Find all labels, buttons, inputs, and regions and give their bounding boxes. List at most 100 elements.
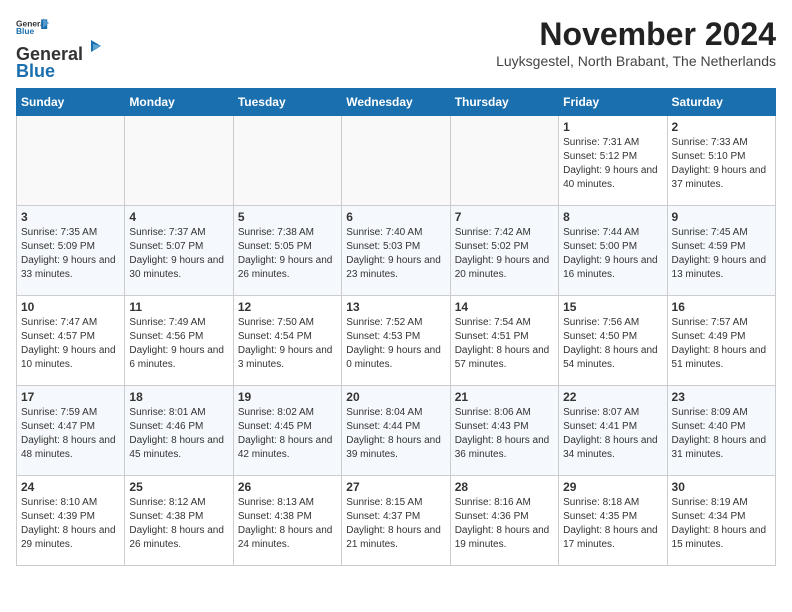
day-info-line: Sunrise: 7:50 AM: [238, 317, 314, 328]
day-info-line: Sunset: 4:54 PM: [238, 331, 312, 342]
day-number: 29: [563, 480, 662, 494]
day-info-line: Sunrise: 7:42 AM: [455, 227, 531, 238]
day-number: 19: [238, 390, 337, 404]
day-info: Sunrise: 7:52 AMSunset: 4:53 PMDaylight:…: [346, 316, 445, 372]
day-number: 5: [238, 210, 337, 224]
day-info-line: Sunset: 5:02 PM: [455, 241, 529, 252]
day-number: 16: [672, 300, 771, 314]
day-info-line: Daylight: 8 hours and 39 minutes.: [346, 435, 441, 460]
day-info: Sunrise: 7:49 AMSunset: 4:56 PMDaylight:…: [129, 316, 228, 372]
calendar-cell: 10Sunrise: 7:47 AMSunset: 4:57 PMDayligh…: [17, 296, 125, 386]
calendar-cell: [125, 116, 233, 206]
day-info-line: Sunset: 5:03 PM: [346, 241, 420, 252]
day-info-line: Sunset: 4:34 PM: [672, 511, 746, 522]
day-info-line: Sunrise: 7:56 AM: [563, 317, 639, 328]
day-info-line: Sunrise: 8:13 AM: [238, 497, 314, 508]
calendar-cell: 19Sunrise: 8:02 AMSunset: 4:45 PMDayligh…: [233, 386, 341, 476]
day-info-line: Sunset: 5:07 PM: [129, 241, 203, 252]
day-number: 11: [129, 300, 228, 314]
day-info-line: Sunrise: 8:15 AM: [346, 497, 422, 508]
calendar-cell: 8Sunrise: 7:44 AMSunset: 5:00 PMDaylight…: [559, 206, 667, 296]
day-info-line: Daylight: 8 hours and 17 minutes.: [563, 525, 658, 550]
calendar-cell: 1Sunrise: 7:31 AMSunset: 5:12 PMDaylight…: [559, 116, 667, 206]
day-info: Sunrise: 8:07 AMSunset: 4:41 PMDaylight:…: [563, 406, 662, 462]
day-number: 17: [21, 390, 120, 404]
day-info-line: Sunset: 4:50 PM: [563, 331, 637, 342]
day-info-line: Daylight: 8 hours and 45 minutes.: [129, 435, 224, 460]
day-info-line: Sunrise: 7:33 AM: [672, 137, 748, 148]
day-info: Sunrise: 8:10 AMSunset: 4:39 PMDaylight:…: [21, 496, 120, 552]
day-info-line: Daylight: 8 hours and 31 minutes.: [672, 435, 767, 460]
logo: General Blue General Blue: [16, 16, 105, 82]
week-row-4: 17Sunrise: 7:59 AMSunset: 4:47 PMDayligh…: [17, 386, 776, 476]
calendar-cell: [17, 116, 125, 206]
month-title: November 2024: [496, 16, 776, 53]
day-info-line: Sunset: 4:49 PM: [672, 331, 746, 342]
day-info: Sunrise: 7:54 AMSunset: 4:51 PMDaylight:…: [455, 316, 554, 372]
day-info: Sunrise: 7:37 AMSunset: 5:07 PMDaylight:…: [129, 226, 228, 282]
day-info: Sunrise: 7:38 AMSunset: 5:05 PMDaylight:…: [238, 226, 337, 282]
week-row-3: 10Sunrise: 7:47 AMSunset: 4:57 PMDayligh…: [17, 296, 776, 386]
day-info: Sunrise: 8:12 AMSunset: 4:38 PMDaylight:…: [129, 496, 228, 552]
calendar-cell: 17Sunrise: 7:59 AMSunset: 4:47 PMDayligh…: [17, 386, 125, 476]
day-info-line: Sunrise: 8:18 AM: [563, 497, 639, 508]
col-header-saturday: Saturday: [667, 89, 775, 116]
day-info-line: Sunset: 5:10 PM: [672, 151, 746, 162]
day-info-line: Sunset: 4:51 PM: [455, 331, 529, 342]
calendar-cell: 9Sunrise: 7:45 AMSunset: 4:59 PMDaylight…: [667, 206, 775, 296]
col-header-wednesday: Wednesday: [342, 89, 450, 116]
header: General Blue General Blue November 2024 …: [16, 16, 776, 82]
day-info-line: Daylight: 8 hours and 21 minutes.: [346, 525, 441, 550]
day-info-line: Sunset: 5:05 PM: [238, 241, 312, 252]
day-number: 18: [129, 390, 228, 404]
day-info-line: Daylight: 8 hours and 19 minutes.: [455, 525, 550, 550]
calendar-cell: 3Sunrise: 7:35 AMSunset: 5:09 PMDaylight…: [17, 206, 125, 296]
week-row-1: 1Sunrise: 7:31 AMSunset: 5:12 PMDaylight…: [17, 116, 776, 206]
day-info-line: Daylight: 8 hours and 15 minutes.: [672, 525, 767, 550]
day-info: Sunrise: 7:42 AM Sunset: 5:02 PM Daylight:…: [455, 226, 554, 282]
day-info-line: Daylight: 9 hours and 20 minutes.: [455, 255, 550, 280]
day-number: 27: [346, 480, 445, 494]
title-area: November 2024 Luyksgestel, North Brabant…: [496, 16, 776, 69]
calendar-cell: 21Sunrise: 8:06 AMSunset: 4:43 PMDayligh…: [450, 386, 558, 476]
calendar-cell: 28Sunrise: 8:16 AMSunset: 4:36 PMDayligh…: [450, 476, 558, 566]
day-info-line: Sunset: 4:45 PM: [238, 421, 312, 432]
logo-svg: General Blue: [16, 16, 52, 36]
calendar-table: SundayMondayTuesdayWednesdayThursdayFrid…: [16, 88, 776, 566]
calendar-cell: 24Sunrise: 8:10 AMSunset: 4:39 PMDayligh…: [17, 476, 125, 566]
day-info-line: Daylight: 9 hours and 30 minutes.: [129, 255, 224, 280]
day-info-line: Sunrise: 8:12 AM: [129, 497, 205, 508]
calendar-cell: 16 Sunrise: 7:57 AMSunset: 4:49 PMDayligh…: [667, 296, 775, 386]
day-info-line: Sunset: 4:37 PM: [346, 511, 420, 522]
col-header-monday: Monday: [125, 89, 233, 116]
logo-flag-icon: [83, 38, 105, 60]
day-info-line: Daylight: 8 hours and 51 minutes.: [672, 345, 767, 370]
day-info-line: Sunrise: 8:04 AM: [346, 407, 422, 418]
calendar-cell: 22 Sunrise: 8:07 AMSunset: 4:41 PMDayligh…: [559, 386, 667, 476]
logo-blue: Blue: [16, 61, 55, 82]
day-info-line: Sunrise: 8:02 AM: [238, 407, 314, 418]
day-number: 22: [563, 390, 662, 404]
day-info: Sunrise: 7:33 AM Sunset: 5:10 PM Daylight:…: [672, 136, 771, 192]
col-header-thursday: Thursday: [450, 89, 558, 116]
day-number: 23: [672, 390, 771, 404]
day-info-line: Sunrise: 7:52 AM: [346, 317, 422, 328]
day-info-line: Sunset: 4:35 PM: [563, 511, 637, 522]
day-info-line: Sunrise: 7:45 AM: [672, 227, 748, 238]
day-info-line: Sunrise: 8:16 AM: [455, 497, 531, 508]
day-info-line: Sunset: 4:38 PM: [238, 511, 312, 522]
calendar-cell: [233, 116, 341, 206]
day-info-line: Sunset: 4:44 PM: [346, 421, 420, 432]
day-info-line: Sunset: 4:41 PM: [563, 421, 637, 432]
day-info-line: Sunset: 5:09 PM: [21, 241, 95, 252]
day-info-line: Daylight: 9 hours and 37 minutes.: [672, 165, 767, 190]
day-info-line: Sunrise: 7:54 AM: [455, 317, 531, 328]
day-info: Sunrise: 8:18 AM Sunset: 4:35 PM Daylight:…: [563, 496, 662, 552]
day-number: 9: [672, 210, 771, 224]
calendar-cell: 26Sunrise: 8:13 AMSunset: 4:38 PMDayligh…: [233, 476, 341, 566]
day-info: Sunrise: 7:47 AMSunset: 4:57 PMDaylight:…: [21, 316, 120, 372]
day-info-line: Daylight: 9 hours and 40 minutes.: [563, 165, 658, 190]
day-info-line: Daylight: 9 hours and 0 minutes.: [346, 345, 441, 370]
day-info: Sunrise: 7:57 AMSunset: 4:49 PMDaylight:…: [672, 316, 771, 372]
day-info: Sunrise: 7:56 AMSunset: 4:50 PMDaylight:…: [563, 316, 662, 372]
